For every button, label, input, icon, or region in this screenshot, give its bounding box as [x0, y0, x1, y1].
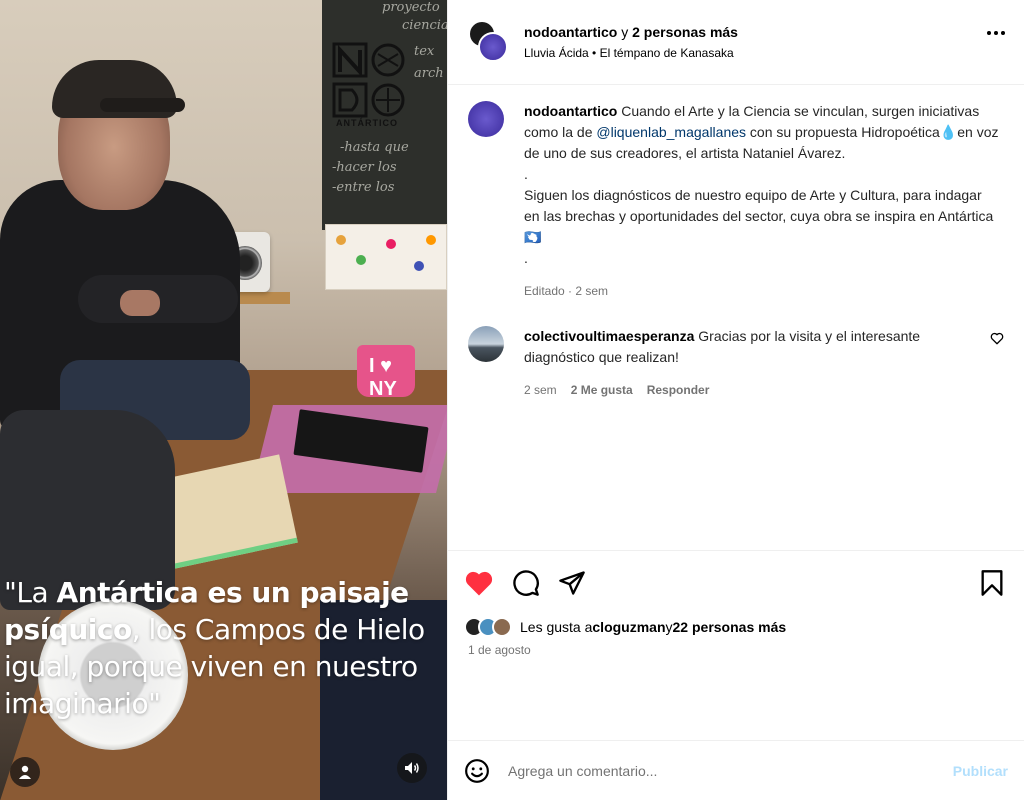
likes-others-link[interactable]: 22 personas más	[673, 619, 787, 635]
publish-button[interactable]: Publicar	[953, 763, 1008, 779]
comment-time: 2 sem	[524, 383, 557, 397]
video-player[interactable]: proyecto ciencia tex arch -hasta que -ha…	[0, 0, 447, 800]
comment-item: colectivoultimaesperanza Gracias por la …	[468, 326, 1004, 401]
heart-icon[interactable]	[464, 569, 494, 597]
caption-meta-text: Editado · 2 sem	[524, 284, 609, 298]
post-author-info: nodoantartico y 2 personas más Lluvia Ác…	[524, 24, 738, 60]
comments-section[interactable]: nodoantartico Cuando el Arte y la Cienci…	[448, 85, 1024, 550]
likes-user-link[interactable]: cloguzman	[592, 619, 665, 635]
post-side-panel: nodoantartico y 2 personas más Lluvia Ác…	[447, 0, 1024, 800]
emoji-icon[interactable]	[464, 758, 490, 784]
person-cap-brim	[100, 98, 185, 112]
comment-username[interactable]: colectivoultimaesperanza	[524, 328, 694, 344]
bookmark-icon[interactable]	[980, 569, 1004, 597]
caption-dot: .	[524, 166, 528, 182]
action-buttons	[464, 565, 1008, 601]
avatar[interactable]	[492, 617, 512, 637]
comment-icon[interactable]	[512, 569, 540, 597]
speaker-icon	[405, 762, 419, 774]
share-icon[interactable]	[558, 569, 586, 597]
comment-likes-link[interactable]: 2 Me gusta	[571, 380, 633, 401]
caption-paragraph: Siguen los diagnósticos de nuestro equip…	[524, 187, 994, 245]
post-viewer: proyecto ciencia tex arch -hasta que -ha…	[0, 0, 1024, 800]
person-hand	[120, 290, 160, 316]
mention-link[interactable]: @liquenlab_magallanes	[596, 124, 746, 140]
likes-connector: y	[665, 619, 673, 635]
nodo-antartico-logo	[332, 42, 405, 118]
mug-text: I ♥ NY	[369, 355, 397, 400]
video-caption: "La Antártica es un paisaje psíquico, lo…	[4, 574, 434, 722]
caption-meta: Editado · 2 sem	[524, 281, 999, 302]
more-options-icon[interactable]	[986, 30, 1006, 36]
post-date[interactable]: 1 de agosto	[468, 643, 1008, 657]
comment-meta: 2 sem 2 Me gusta Responder	[524, 380, 979, 401]
caption-dot: .	[524, 250, 528, 266]
avatar[interactable]	[478, 32, 508, 62]
logo-text: ANTÁRTICO	[336, 118, 398, 128]
likes-summary: Les gusta a cloguzman y 22 personas más	[464, 617, 1008, 637]
author-connector: y	[617, 24, 633, 40]
avatar[interactable]	[468, 101, 504, 137]
post-caption: nodoantartico Cuando el Arte y la Cienci…	[468, 101, 1004, 302]
user-icon	[19, 765, 31, 779]
avatar[interactable]	[468, 326, 504, 362]
chalk-text: -hacer los	[332, 160, 397, 175]
tagged-users-button[interactable]	[10, 757, 40, 787]
chalk-text: tex	[414, 44, 435, 59]
chalk-text: proyecto	[382, 0, 440, 15]
likes-prefix: Les gusta a	[520, 619, 593, 635]
reply-button[interactable]: Responder	[647, 380, 710, 401]
chalk-text: ciencia	[402, 18, 447, 33]
mug: I ♥ NY	[357, 345, 415, 400]
audio-track-link[interactable]: Lluvia Ácida	[524, 46, 589, 60]
caption-username[interactable]: nodoantartico	[524, 103, 617, 119]
location-link[interactable]: El témpano de Kanasaka	[600, 46, 734, 60]
post-header: nodoantartico y 2 personas más Lluvia Ác…	[448, 0, 1024, 85]
wall-drawings	[325, 224, 447, 290]
like-comment-icon[interactable]	[990, 332, 1004, 345]
comment-composer: Publicar	[448, 740, 1024, 800]
header-separator: •	[588, 46, 600, 60]
chalk-text: -entre los	[332, 180, 395, 195]
caption-text: "La	[4, 576, 57, 609]
chalk-text: -hasta que	[340, 140, 409, 155]
collaborators-link[interactable]: 2 personas más	[632, 24, 738, 40]
author-username[interactable]: nodoantartico	[524, 24, 617, 40]
collab-avatars[interactable]	[468, 20, 508, 64]
comment-input[interactable]	[508, 762, 908, 779]
chalk-text: arch	[414, 66, 444, 81]
mute-button[interactable]	[397, 753, 427, 783]
post-actions: Les gusta a cloguzman y 22 personas más …	[448, 550, 1024, 740]
